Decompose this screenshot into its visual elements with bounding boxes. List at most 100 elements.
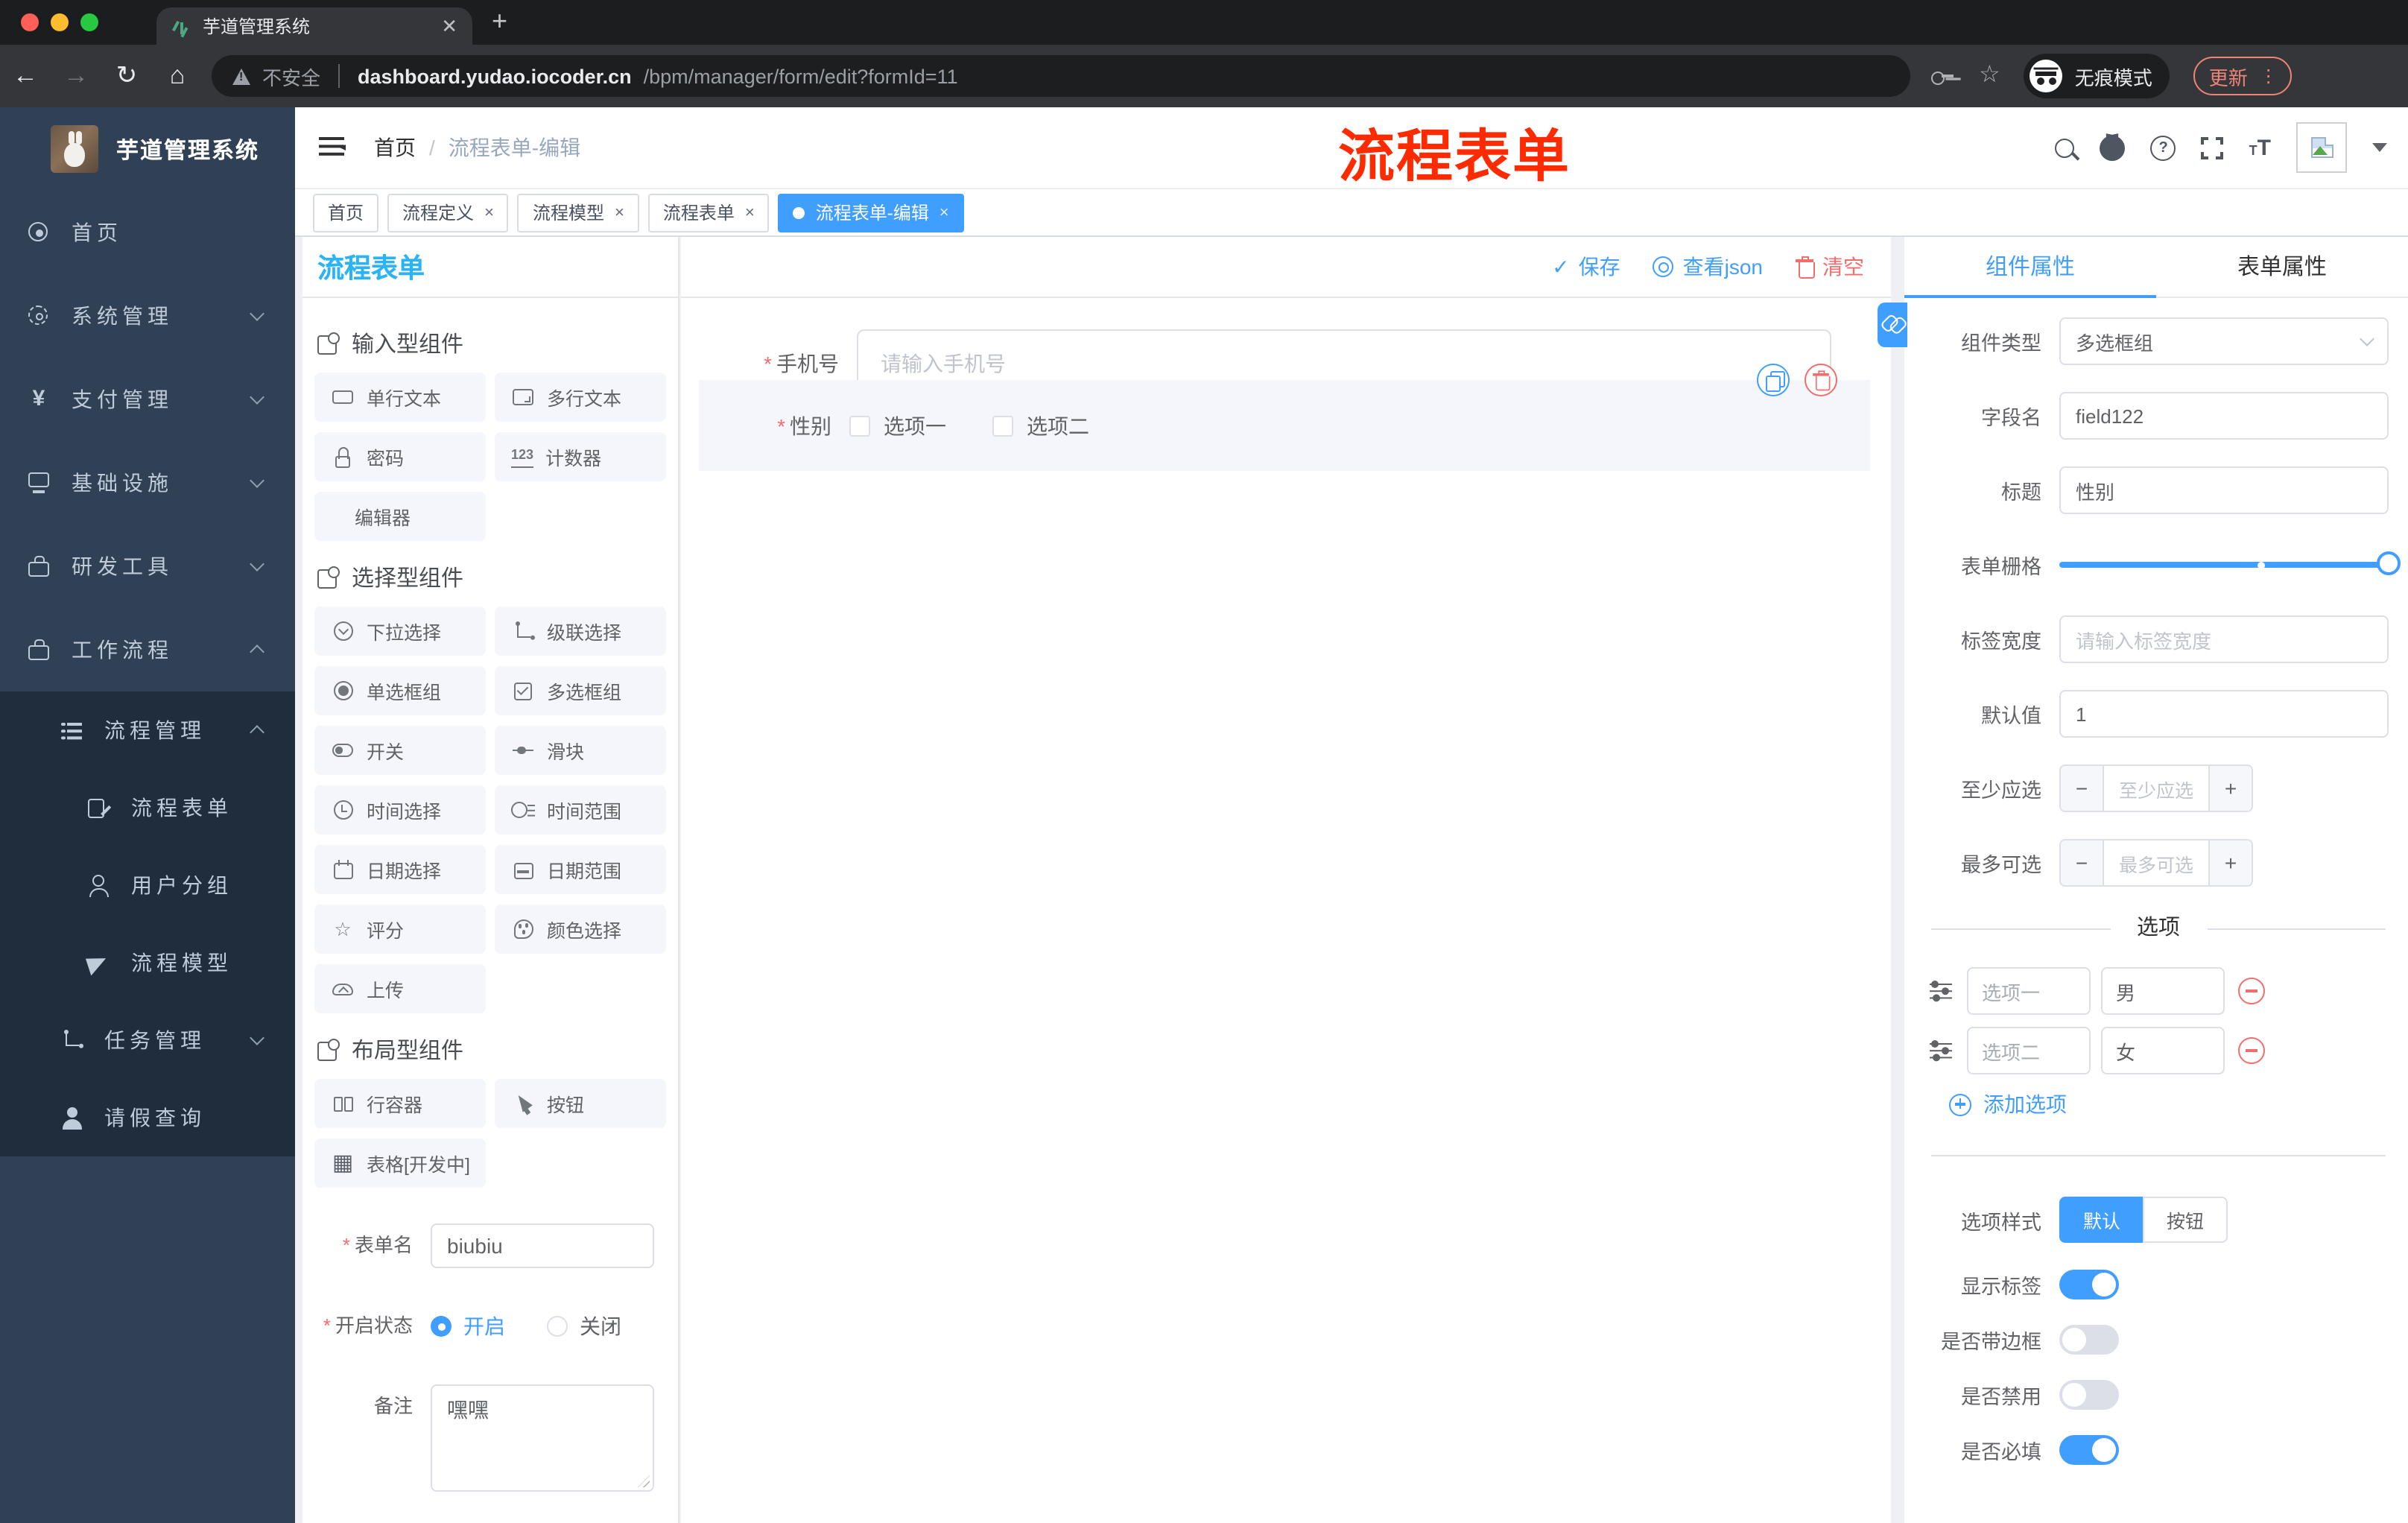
checkbox-icon[interactable] — [849, 415, 870, 436]
option-value-input[interactable]: 男 — [2101, 967, 2225, 1015]
form-name-input[interactable]: biubiu — [431, 1223, 654, 1268]
default-value-input[interactable]: 1 — [2059, 690, 2389, 738]
component-chip-表格[开发中][interactable]: ▦ 表格[开发中] — [314, 1139, 486, 1188]
page-tab-首页[interactable]: 首页 — [313, 193, 379, 232]
checkbox-option[interactable]: 选项二 — [992, 411, 1089, 440]
option-style-默认[interactable]: 默认 — [2059, 1197, 2144, 1243]
clear-button[interactable]: 清空 — [1796, 252, 1864, 282]
chevron-down-icon[interactable] — [2372, 143, 2387, 152]
zoom-window-icon[interactable] — [80, 13, 98, 31]
delete-component-button[interactable] — [1805, 364, 1837, 396]
breadcrumb-home[interactable]: 首页 — [374, 133, 416, 162]
password-key-icon[interactable] — [1931, 67, 1955, 85]
increase-button[interactable]: + — [2208, 766, 2252, 811]
home-icon[interactable]: ⌂ — [152, 61, 203, 91]
sidebar-item-流程管理[interactable]: 流程管理 — [0, 691, 295, 769]
update-chrome-button[interactable]: 更新 ⋮ — [2193, 57, 2293, 95]
component-chip-编辑器[interactable]: 编辑器 — [314, 492, 486, 541]
window-controls[interactable] — [21, 13, 98, 31]
sidebar-item-首页[interactable]: 首页 — [0, 191, 295, 274]
close-window-icon[interactable] — [21, 13, 39, 31]
help-icon[interactable]: ? — [2150, 135, 2176, 160]
component-chip-滑块[interactable]: 滑块 — [495, 726, 666, 775]
page-tab-流程表单-编辑[interactable]: 流程表单-编辑 × — [778, 193, 964, 232]
canvas-field-gender-selected[interactable]: 性别 选项一 选项二 — [699, 364, 1870, 471]
form-grid-slider[interactable] — [2059, 541, 2401, 589]
decrease-button[interactable]: − — [2061, 766, 2104, 811]
component-chip-单行文本[interactable]: 单行文本 — [314, 373, 486, 422]
font-size-icon[interactable]: TT — [2249, 135, 2271, 160]
component-chip-下拉选择[interactable]: 下拉选择 — [314, 607, 486, 656]
github-icon[interactable] — [2100, 135, 2126, 160]
add-option-button[interactable]: 添加选项 — [1949, 1089, 2389, 1119]
component-chip-计数器[interactable]: 123 计数器 — [495, 432, 666, 481]
option-value-input[interactable]: 女 — [2101, 1027, 2225, 1074]
title-input[interactable]: 性别 — [2059, 466, 2389, 514]
sidebar-item-基础设施[interactable]: 基础设施 — [0, 441, 295, 525]
decrease-button[interactable]: − — [2061, 840, 2104, 885]
component-chip-日期选择[interactable]: 日期选择 — [314, 845, 486, 894]
component-chip-多选框组[interactable]: 多选框组 — [495, 666, 666, 715]
remove-option-icon[interactable] — [2238, 1037, 2265, 1064]
forward-icon[interactable]: → — [51, 61, 101, 91]
remove-option-icon[interactable] — [2238, 978, 2265, 1004]
component-chip-评分[interactable]: ☆ 评分 — [314, 905, 486, 954]
switch-off[interactable] — [2059, 1380, 2119, 1410]
checkbox-option[interactable]: 选项一 — [849, 411, 946, 440]
copy-component-button[interactable] — [1757, 364, 1790, 396]
component-type-select[interactable]: 多选框组 — [2059, 317, 2389, 365]
option-style-按钮[interactable]: 按钮 — [2143, 1197, 2228, 1243]
not-secure-icon[interactable] — [232, 68, 250, 84]
close-icon[interactable]: × — [615, 203, 624, 221]
sidebar-item-任务管理[interactable]: 任务管理 — [0, 1001, 295, 1079]
max-select-input[interactable]: 最多可选 — [2104, 840, 2208, 885]
tab-close-icon[interactable]: ✕ — [441, 14, 457, 38]
close-icon[interactable]: × — [745, 203, 755, 221]
component-chip-多行文本[interactable]: 多行文本 — [495, 373, 666, 422]
min-select-input[interactable]: 至少应选 — [2104, 766, 2208, 811]
checkbox-icon[interactable] — [992, 415, 1013, 436]
field-name-input[interactable]: field122 — [2059, 392, 2389, 440]
radio-open[interactable]: 开启 — [431, 1311, 505, 1341]
component-chip-上传[interactable]: 上传 — [314, 964, 486, 1013]
component-chip-密码[interactable]: 密码 — [314, 432, 486, 481]
component-chip-日期范围[interactable]: 日期范围 — [495, 845, 666, 894]
component-chip-颜色选择[interactable]: 颜色选择 — [495, 905, 666, 954]
minimize-window-icon[interactable] — [51, 13, 69, 31]
switch-on[interactable] — [2059, 1435, 2119, 1465]
reload-icon[interactable]: ↻ — [101, 61, 152, 91]
component-chip-单选框组[interactable]: 单选框组 — [314, 666, 486, 715]
sidebar-item-研发工具[interactable]: 研发工具 — [0, 525, 295, 608]
tab-component-props[interactable]: 组件属性 — [1904, 237, 2156, 298]
address-bar[interactable]: 不安全 dashboard.yudao.iocoder.cn/bpm/manag… — [212, 55, 1910, 97]
component-chip-按钮[interactable]: 按钮 — [495, 1079, 666, 1128]
close-icon[interactable]: × — [940, 203, 949, 221]
link-handle-button[interactable] — [1878, 303, 1907, 347]
component-chip-行容器[interactable]: 行容器 — [314, 1079, 486, 1128]
sidebar-item-请假查询[interactable]: 请假查询 — [0, 1079, 295, 1156]
drag-handle-icon[interactable] — [1928, 1039, 1954, 1060]
component-chip-时间选择[interactable]: 时间选择 — [314, 785, 486, 835]
slider-thumb[interactable] — [2377, 551, 2401, 575]
component-chip-级联选择[interactable]: 级联选择 — [495, 607, 666, 656]
back-icon[interactable]: ← — [0, 61, 51, 91]
component-chip-时间范围[interactable]: 时间范围 — [495, 785, 666, 835]
radio-closed[interactable]: 关闭 — [547, 1311, 621, 1341]
sidebar-item-流程模型[interactable]: 流程模型 — [0, 924, 295, 1001]
browser-tab[interactable]: 芋道管理系统 ✕ — [156, 7, 472, 45]
label-width-input[interactable]: 请输入标签宽度 — [2059, 615, 2389, 663]
drag-handle-icon[interactable] — [1928, 980, 1954, 1001]
switch-on[interactable] — [2059, 1270, 2119, 1299]
sidebar-logo[interactable]: 芋道管理系统 — [0, 107, 295, 191]
increase-button[interactable]: + — [2208, 840, 2252, 885]
search-icon[interactable] — [2055, 138, 2075, 157]
not-secure-label[interactable]: 不安全 — [262, 62, 320, 90]
tab-form-props[interactable]: 表单属性 — [2156, 237, 2408, 298]
update-label[interactable]: 更新 — [2209, 62, 2248, 90]
page-tab-流程模型[interactable]: 流程模型 × — [517, 193, 639, 232]
save-button[interactable]: ✓ 保存 — [1552, 252, 1620, 282]
sidebar-item-支付管理[interactable]: ¥ 支付管理 — [0, 358, 295, 441]
new-tab-button[interactable]: + — [492, 6, 507, 37]
sidebar-item-工作流程[interactable]: 工作流程 — [0, 608, 295, 691]
slider-track[interactable] — [2059, 562, 2389, 568]
